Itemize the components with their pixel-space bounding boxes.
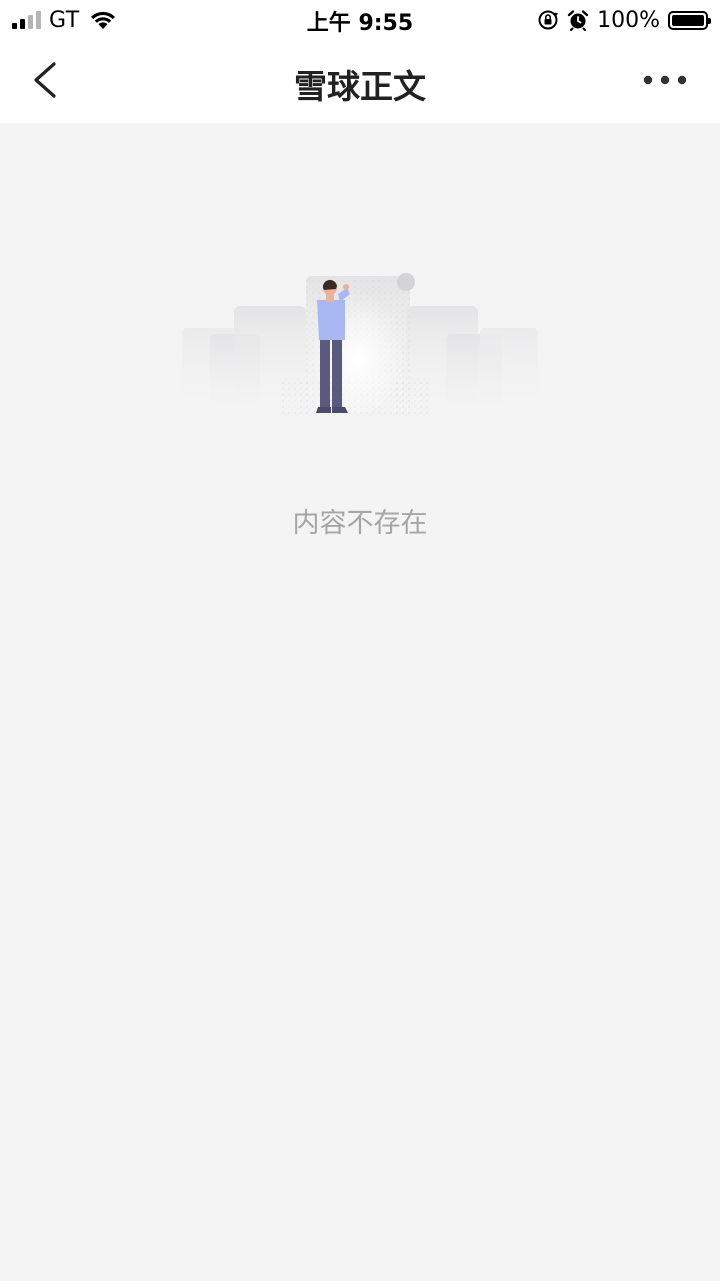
content-area: 内容不存在 [0, 123, 720, 1281]
page-title: 雪球正文 [294, 67, 426, 106]
alarm-icon [567, 10, 589, 31]
battery-icon [668, 10, 711, 30]
status-bar: GT 上午 9:55 100% [0, 0, 720, 40]
battery-percent: 100% [597, 7, 660, 33]
empty-state-message: 内容不存在 [292, 508, 428, 539]
status-right: 100% [537, 6, 711, 34]
more-button[interactable] [640, 70, 690, 90]
orientation-lock-icon [538, 10, 559, 30]
nav-bar: 雪球正文 [0, 40, 720, 123]
person-looking-at-scroll-illustration [182, 273, 538, 418]
more-dots-icon [643, 75, 687, 85]
